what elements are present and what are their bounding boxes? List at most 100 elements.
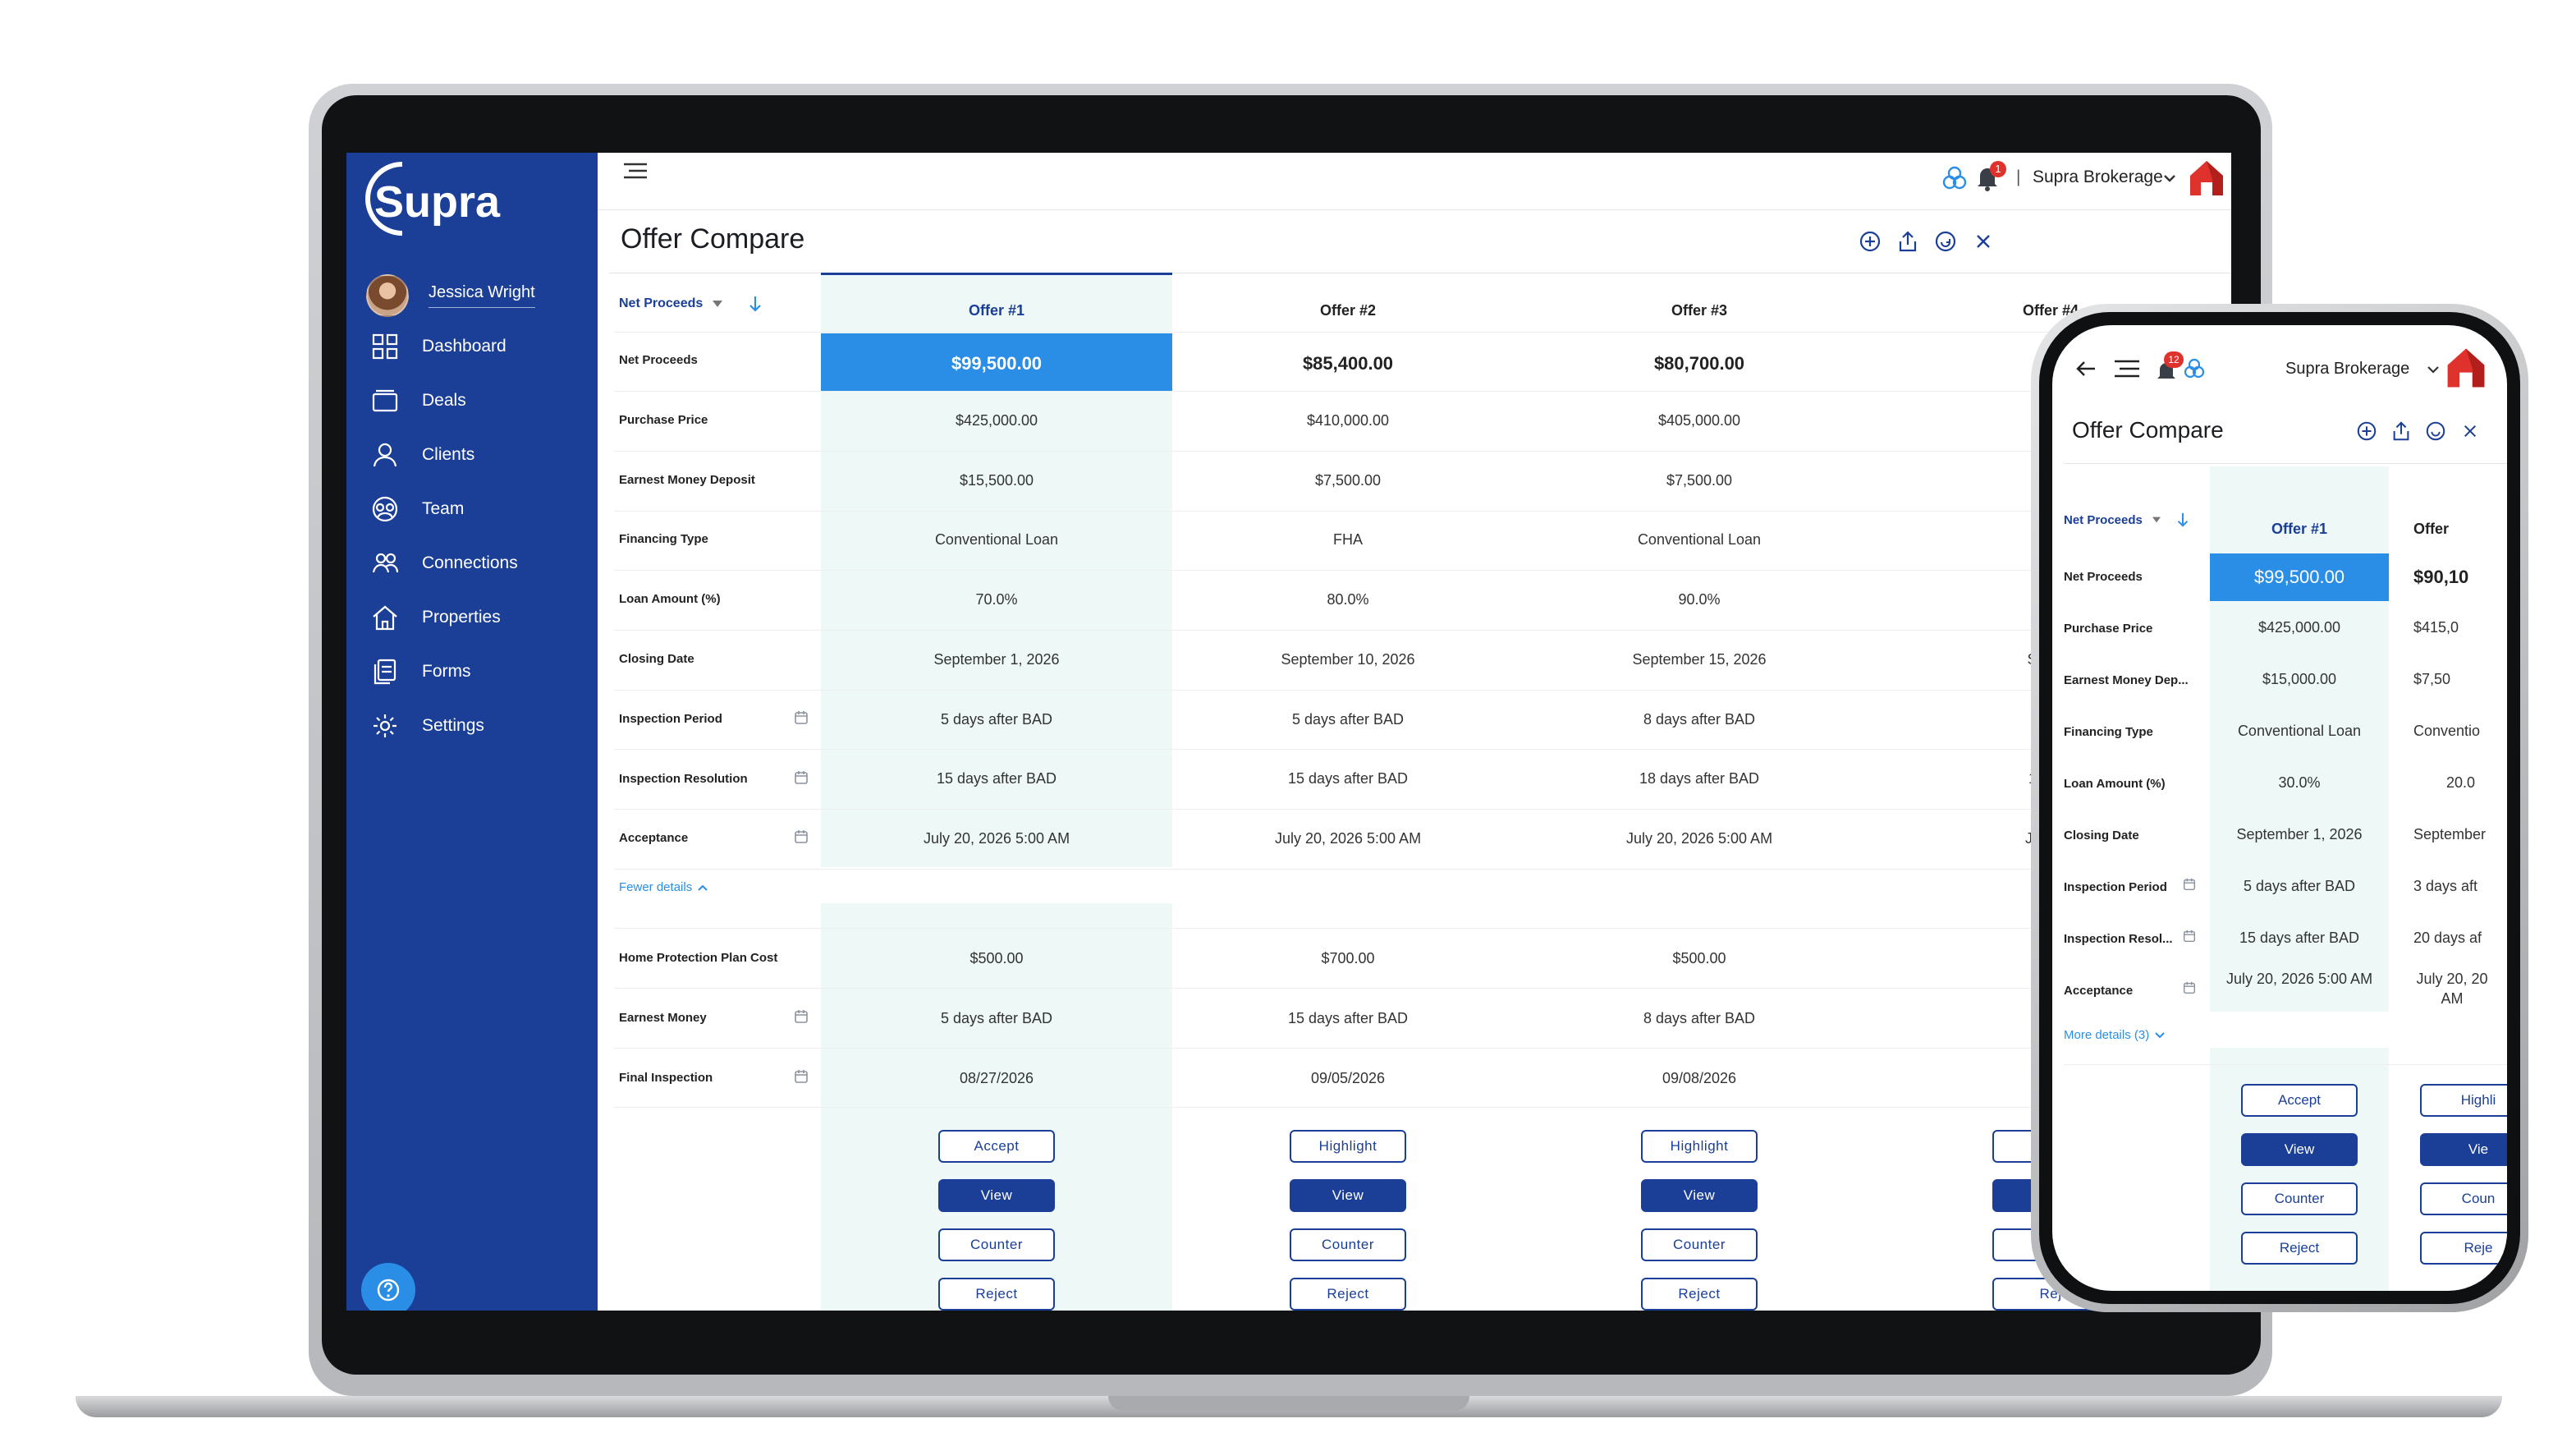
sort-dropdown[interactable]: Net Proceeds — [619, 294, 763, 314]
row-label: Earnest Money Dep... — [2064, 673, 2189, 687]
calendar-icon[interactable] — [793, 769, 809, 786]
calendar-icon[interactable] — [2182, 929, 2197, 943]
calendar-icon[interactable] — [793, 709, 809, 726]
counter-button[interactable]: Counter — [1290, 1228, 1406, 1261]
nav-item-clients[interactable]: Clients — [371, 438, 474, 471]
table-cell: 8 days after BAD — [1643, 1010, 1756, 1026]
table-cell: $425,000.00 — [2257, 619, 2341, 636]
close-icon[interactable] — [1972, 230, 1995, 253]
row-label: Inspection Period — [2064, 880, 2167, 894]
offer-header[interactable]: Offer #1 — [821, 302, 1172, 319]
table-cell: September 1, 2026 — [2236, 826, 2363, 842]
counter-button[interactable]: Counter — [938, 1228, 1055, 1261]
row-label: Net Proceeds — [2064, 570, 2143, 584]
accept-button[interactable]: Accept — [938, 1130, 1055, 1163]
calendar-icon[interactable] — [793, 1008, 809, 1025]
fewer-details-link[interactable]: Fewer details — [619, 880, 708, 894]
back-arrow-icon[interactable] — [2075, 360, 2097, 378]
sort-arrow-icon[interactable] — [747, 294, 763, 314]
offer-header[interactable]: Offer #2 — [1172, 302, 1524, 319]
row-label: Acceptance — [2064, 984, 2134, 998]
table-cell: 15 days after BAD — [936, 770, 1057, 787]
connections-icon[interactable] — [1941, 164, 1969, 192]
brokerage-selector[interactable]: Supra Brokerage — [2033, 168, 2163, 187]
forms-icon — [374, 659, 396, 685]
refresh-icon[interactable] — [2425, 420, 2446, 442]
help-button[interactable] — [361, 1263, 415, 1311]
nav-label: Team — [422, 499, 465, 518]
offer-header[interactable]: Offer #1 — [2210, 521, 2389, 538]
refresh-icon[interactable] — [1934, 230, 1957, 253]
table-cell: $500.00 — [1672, 950, 1726, 966]
share-icon[interactable] — [1896, 230, 1919, 253]
view-button[interactable]: Vie — [2420, 1133, 2507, 1166]
sort-arrow-icon[interactable] — [2175, 511, 2190, 529]
counter-button[interactable]: Counter — [2241, 1182, 2358, 1215]
add-icon[interactable] — [1859, 230, 1882, 253]
share-icon[interactable] — [2390, 420, 2412, 442]
calendar-icon[interactable] — [793, 829, 809, 845]
counter-button[interactable]: Coun — [2420, 1182, 2507, 1215]
calendar-icon[interactable] — [793, 1068, 809, 1085]
close-icon[interactable] — [2461, 422, 2479, 440]
view-button[interactable]: View — [938, 1179, 1055, 1212]
table-cell: Conventional Loan — [2237, 723, 2362, 739]
calendar-icon[interactable] — [2182, 980, 2197, 995]
row-label: Purchase Price — [2064, 622, 2153, 636]
row-label: Financing Type — [2064, 725, 2153, 739]
connections-icon[interactable] — [2182, 356, 2207, 381]
supra-logo[interactable]: Supra — [363, 158, 511, 240]
calendar-icon[interactable] — [2182, 877, 2197, 892]
reject-button[interactable]: Reject — [938, 1278, 1055, 1311]
nav-label: Settings — [422, 716, 484, 735]
table-cell: $7,50 — [2413, 671, 2451, 687]
nav-item-team[interactable]: Team — [371, 493, 464, 526]
row-divider — [614, 570, 2231, 571]
add-icon[interactable] — [2356, 420, 2377, 442]
chevron-down-icon[interactable] — [2427, 365, 2440, 374]
table-cell: FHA — [1333, 531, 1363, 548]
brokerage-selector[interactable]: Supra Brokerage — [2285, 360, 2409, 379]
highlight-button[interactable]: Highlight — [1290, 1130, 1406, 1163]
reject-button[interactable]: Reje — [2420, 1232, 2507, 1265]
table-cell: 20 days af — [2413, 930, 2482, 946]
nav-item-dashboard[interactable]: Dashboard — [371, 330, 506, 363]
highlight-button[interactable]: Highlight — [1641, 1130, 1758, 1163]
nav-item-deals[interactable]: Deals — [371, 384, 466, 417]
nav-item-properties[interactable]: Properties — [371, 601, 501, 634]
table-cell: 20.0 — [2446, 774, 2476, 791]
offer-header[interactable]: Offer #3 — [1524, 302, 1875, 319]
menu-icon[interactable] — [622, 161, 649, 182]
user-profile[interactable]: Jessica Wright — [366, 271, 535, 320]
table-cell: September 10, 2026 — [1281, 651, 1415, 668]
accept-button[interactable]: Accept — [2241, 1084, 2358, 1117]
table-cell: $85,400.00 — [1302, 353, 1394, 374]
sidebar: Supra Jessica Wright Dashboard Deals Cli… — [346, 153, 598, 1311]
sort-dropdown[interactable]: Net Proceeds — [2064, 511, 2190, 529]
team-icon — [372, 496, 398, 522]
details-gap — [821, 867, 2231, 903]
menu-icon[interactable] — [2113, 358, 2141, 379]
highlight-button[interactable]: Highli — [2420, 1084, 2507, 1117]
row-divider — [614, 869, 2231, 870]
table-cell: 18 days after BAD — [1639, 770, 1760, 787]
offer-header[interactable]: Offer — [2389, 521, 2507, 538]
table-cell: $7,500.00 — [1666, 472, 1733, 489]
reject-button[interactable]: Reject — [2241, 1232, 2358, 1265]
laptop-notch — [1108, 1396, 1469, 1411]
nav-item-connections[interactable]: Connections — [371, 547, 518, 580]
table-cell: 5 days after BAD — [1291, 711, 1405, 728]
sort-label: Net Proceeds — [2064, 512, 2143, 527]
row-label: Loan Amount (%) — [2064, 777, 2166, 791]
table-cell: July 20, 20 AM — [2416, 971, 2488, 1007]
view-button[interactable]: View — [1290, 1179, 1406, 1212]
chevron-down-icon[interactable] — [2162, 172, 2177, 184]
counter-button[interactable]: Counter — [1641, 1228, 1758, 1261]
reject-button[interactable]: Reject — [1290, 1278, 1406, 1311]
nav-item-settings[interactable]: Settings — [371, 709, 484, 742]
more-details-link[interactable]: More details (3) — [2064, 1028, 2166, 1042]
view-button[interactable]: View — [2241, 1133, 2358, 1166]
view-button[interactable]: View — [1641, 1179, 1758, 1212]
reject-button[interactable]: Reject — [1641, 1278, 1758, 1311]
nav-item-forms[interactable]: Forms — [371, 655, 471, 688]
